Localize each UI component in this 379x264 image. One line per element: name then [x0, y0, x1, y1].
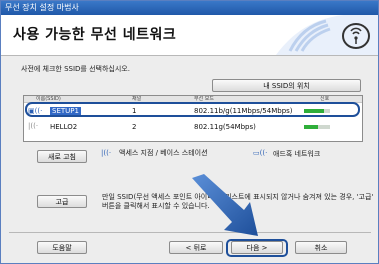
- window-title: 무선 장치 설정 마법사: [1, 1, 378, 15]
- wizard-window: 무선 장치 설정 마법사 사용 가능한 무선 네트워크 사전에 체크한 SSID…: [0, 0, 379, 264]
- ssid-location-button[interactable]: 내 SSID의 위치: [212, 79, 361, 92]
- advanced-button[interactable]: 고급: [37, 195, 87, 208]
- refresh-button[interactable]: 새로 고침: [37, 150, 87, 163]
- access-point-icon: |((·: [28, 122, 39, 130]
- adhoc-icon: ▭((·: [253, 149, 268, 157]
- page-header: 사용 가능한 무선 네트워크: [1, 15, 378, 56]
- access-point-icon: |((·: [101, 149, 112, 157]
- back-button[interactable]: < 뒤로: [169, 241, 223, 254]
- cancel-button[interactable]: 취소: [295, 241, 347, 254]
- instruction-text: 사전에 체크한 SSID를 선택하십시오.: [21, 65, 130, 73]
- help-button[interactable]: 도움말: [37, 241, 87, 254]
- mode-value: 802.11g(54Mbps): [194, 123, 256, 131]
- signal-meter: [304, 125, 330, 129]
- legend-access-point: 액세스 지점 / 베이스 스테이션: [119, 149, 208, 157]
- page-title: 사용 가능한 무선 네트워크: [13, 27, 177, 43]
- wireless-logo-icon: [276, 15, 378, 55]
- legend-adhoc: 애드혹 네트워크: [273, 150, 321, 158]
- network-row-hello2[interactable]: |((· HELLO2 2 802.11g(54Mbps): [24, 120, 362, 134]
- selected-network-highlight: [25, 102, 360, 117]
- ssid-name: HELLO2: [50, 123, 78, 131]
- pointer-arrow-icon: [192, 174, 258, 236]
- channel-value: 2: [132, 123, 137, 131]
